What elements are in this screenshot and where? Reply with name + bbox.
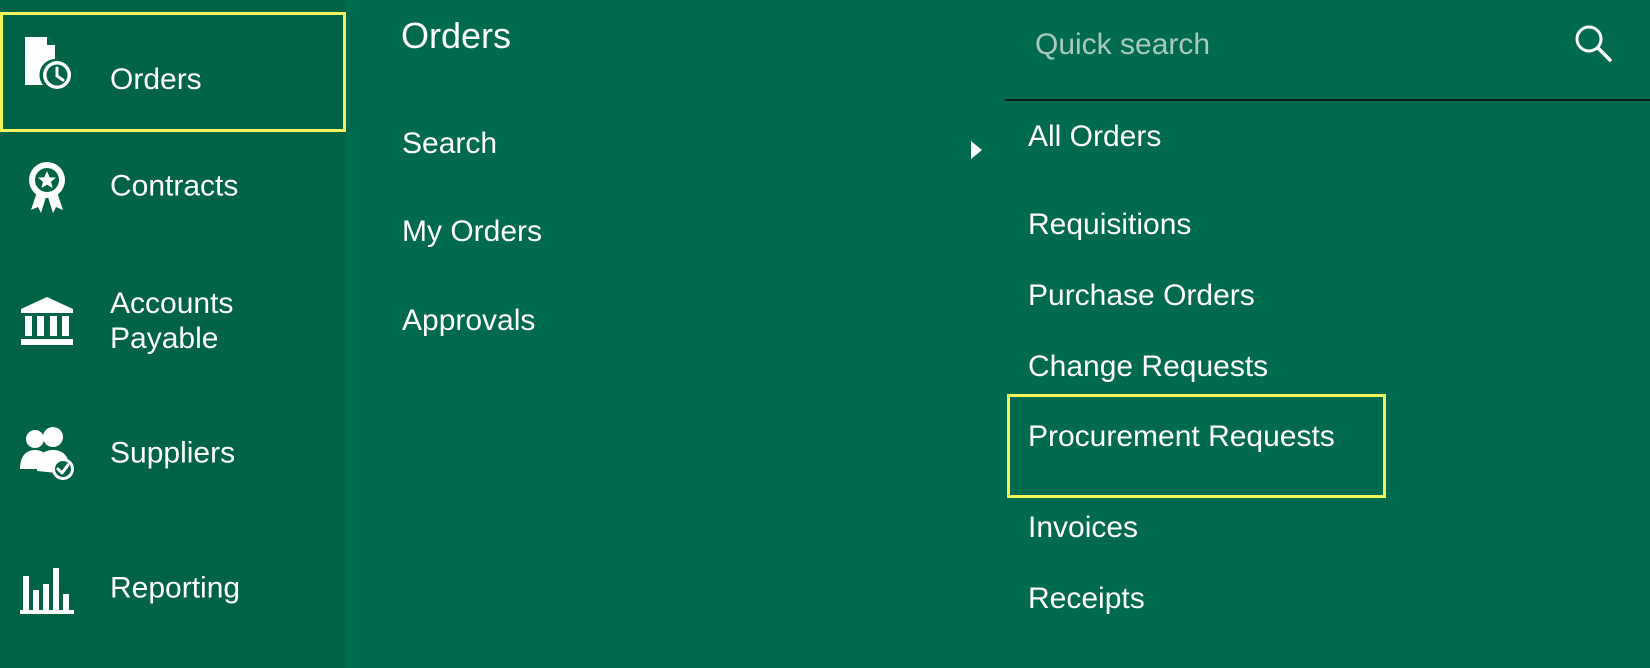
- quick-search-bar: [1005, 0, 1650, 101]
- users-check-icon: [16, 422, 78, 484]
- sidebar-item-label: Accounts Payable: [110, 286, 234, 355]
- caret-right-icon: [971, 141, 982, 159]
- submenu-item-change-requests[interactable]: Change Requests: [1028, 349, 1268, 385]
- sidebar-item-label: Reporting: [110, 571, 241, 604]
- submenu-item-receipts[interactable]: Receipts: [1028, 581, 1145, 617]
- sidebar-item-reporting[interactable]: Reporting: [0, 535, 346, 640]
- submenu-item-invoices[interactable]: Invoices: [1028, 510, 1138, 546]
- menu-title: Orders: [401, 15, 512, 56]
- sidebar-item-orders[interactable]: Orders: [0, 12, 346, 132]
- menu-link-my-orders[interactable]: My Orders: [402, 214, 542, 250]
- sidebar-item-label: Orders: [110, 63, 202, 96]
- quick-search-input[interactable]: [1035, 22, 1555, 68]
- sidebar-item-label: Suppliers: [110, 436, 236, 469]
- search-icon[interactable]: [1572, 22, 1614, 64]
- bank-icon: [16, 290, 78, 352]
- sidebar-item-suppliers[interactable]: Suppliers: [0, 400, 346, 505]
- submenu-item-purchase-orders[interactable]: Purchase Orders: [1028, 278, 1255, 314]
- bar-chart-icon: [16, 557, 78, 619]
- sidebar-item-contracts[interactable]: Contracts: [0, 133, 346, 238]
- submenu-item-all-orders[interactable]: All Orders: [1028, 119, 1161, 155]
- sidebar: Orders Contracts Accounts Payable Suppli…: [0, 0, 346, 668]
- award-badge-icon: [16, 155, 78, 217]
- submenu-item-procurement-requests[interactable]: Procurement Requests: [1028, 419, 1335, 455]
- submenu-item-requisitions[interactable]: Requisitions: [1028, 207, 1191, 243]
- sidebar-item-accounts-payable[interactable]: Accounts Payable: [0, 268, 346, 373]
- orders-clock-icon: [16, 32, 78, 94]
- menu-link-search[interactable]: Search: [402, 126, 497, 162]
- sidebar-item-label: Contracts: [110, 169, 239, 202]
- menu-link-approvals[interactable]: Approvals: [402, 303, 535, 339]
